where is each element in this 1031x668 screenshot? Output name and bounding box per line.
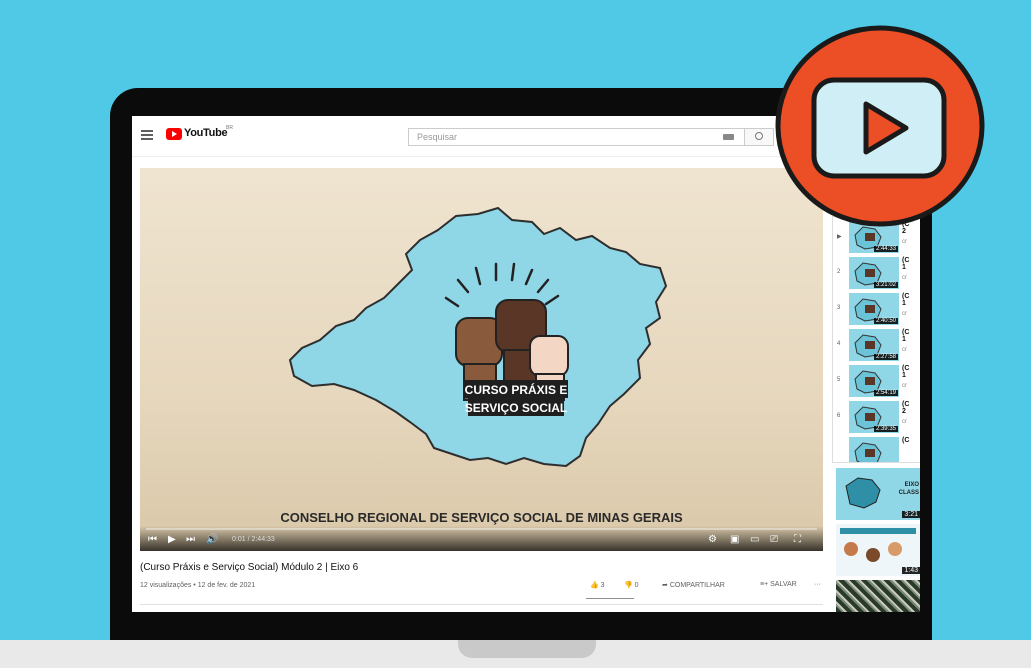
playlist-duration: 2:27:58 bbox=[873, 354, 898, 360]
playlist-item[interactable]: 4 2:27:58 (C 1 cr bbox=[833, 327, 920, 363]
share-button[interactable]: ➦ COMPARTILHAR bbox=[662, 581, 725, 589]
playlist-item-number: 3 bbox=[837, 305, 841, 311]
share-icon: ➦ bbox=[662, 582, 668, 589]
player-controls: ⏮ ▶ ⏭ 🔊 0:01 / 2:44:33 ⚙ ▣ ▭ ⎚ ⛶ bbox=[140, 526, 823, 551]
volume-icon[interactable]: 🔊 bbox=[206, 534, 218, 546]
more-button[interactable]: ··· bbox=[814, 581, 821, 588]
save-label: SALVAR bbox=[770, 581, 797, 588]
playlist-channel: cr bbox=[902, 383, 907, 389]
save-icon: ≡+ bbox=[760, 581, 769, 588]
logo-text-line2: SERVIÇO SOCIAL bbox=[465, 401, 567, 415]
video-title: (Curso Práxis e Serviço Social) Módulo 2… bbox=[140, 562, 359, 573]
playlist-title: (C 1 bbox=[902, 257, 910, 271]
rec-label-2: CLASS bbox=[898, 490, 919, 496]
thumbs-up-icon: 👍 bbox=[590, 582, 599, 589]
video-meta: 12 visualizações • 12 de fev. de 2021 bbox=[140, 582, 256, 589]
playlist-title: (C bbox=[902, 437, 910, 444]
recommended-video-1[interactable]: EIXO CLASS 3:21 bbox=[836, 468, 920, 520]
playlist-item[interactable]: (C bbox=[833, 435, 920, 462]
playlist-thumbnail[interactable]: 2:40:50 bbox=[849, 293, 899, 325]
playlist-item-number: 6 bbox=[837, 413, 841, 419]
playlist-thumbnail[interactable]: 3:21:02 bbox=[849, 257, 899, 289]
like-button[interactable]: 👍 3 bbox=[590, 581, 605, 589]
video-caption: CONSELHO REGIONAL DE SERVIÇO SOCIAL DE M… bbox=[280, 510, 683, 525]
save-button[interactable]: ≡+ SALVAR bbox=[760, 581, 797, 588]
fullscreen-icon[interactable]: ⛶ bbox=[794, 534, 801, 546]
search-button[interactable] bbox=[744, 128, 774, 146]
playlist-duration: 2:40:50 bbox=[873, 318, 898, 324]
video-artwork: CURSO PRÁXIS E SERVIÇO SOCIAL bbox=[288, 206, 668, 468]
playlist-duration: 2:39:35 bbox=[873, 426, 898, 432]
playlist-duration: 3:21:02 bbox=[873, 282, 898, 288]
playlist-title: (C 2 bbox=[902, 401, 910, 415]
like-count: 3 bbox=[600, 582, 605, 589]
playlist-item[interactable]: 2 3:21:02 (C 1 cr bbox=[833, 255, 920, 291]
playlist-item-number: ▶ bbox=[837, 234, 842, 240]
recommended-video-3[interactable] bbox=[836, 580, 920, 612]
playlist-channel: cr bbox=[902, 347, 907, 353]
youtube-badge-icon bbox=[775, 25, 985, 227]
miniplayer-icon[interactable]: ▣ bbox=[730, 534, 739, 546]
playlist-thumbnail[interactable]: 2:27:58 bbox=[849, 329, 899, 361]
cast-icon[interactable]: ⎚ bbox=[770, 534, 778, 546]
recommended-video-2[interactable]: 1:43 bbox=[836, 524, 920, 576]
playlist-channel: cr bbox=[902, 275, 907, 281]
playlist-item[interactable]: 5 2:54:19 (C 1 cr bbox=[833, 363, 920, 399]
playlist-title: (C 1 bbox=[902, 293, 910, 307]
playlist-thumbnail[interactable]: 2:54:19 bbox=[849, 365, 899, 397]
playlist-channel: cr bbox=[902, 311, 907, 317]
dislike-count: 0 bbox=[634, 582, 639, 589]
play-icon[interactable]: ▶ bbox=[168, 534, 176, 546]
playlist-thumbnail[interactable]: 2:39:35 bbox=[849, 401, 899, 433]
playlist-item-number: 2 bbox=[837, 269, 841, 275]
playlist-title: (C 1 bbox=[902, 365, 910, 379]
rec-duration: 3:21 bbox=[902, 511, 920, 518]
search-input[interactable]: Pesquisar bbox=[408, 128, 744, 146]
playlist-item-number: 5 bbox=[837, 377, 841, 383]
youtube-wordmark[interactable]: YouTube bbox=[184, 127, 228, 139]
previous-icon[interactable]: ⏮ bbox=[148, 534, 157, 546]
video-player[interactable]: CURSO PRÁXIS E SERVIÇO SOCIAL CONSELHO R… bbox=[140, 168, 823, 551]
info-divider bbox=[140, 604, 823, 605]
thumbs-down-icon: 👎 bbox=[624, 582, 633, 589]
rec-duration: 1:43 bbox=[902, 567, 920, 574]
theater-mode-icon[interactable]: ▭ bbox=[750, 534, 759, 546]
settings-icon[interactable]: ⚙ bbox=[708, 534, 717, 546]
playlist-item-number: 4 bbox=[837, 341, 841, 347]
country-code: BR bbox=[226, 125, 233, 131]
youtube-logo-icon[interactable] bbox=[166, 128, 182, 140]
laptop-notch bbox=[458, 640, 596, 658]
dislike-button[interactable]: 👎 0 bbox=[624, 581, 639, 589]
playlist-duration: 2:44:33 bbox=[873, 246, 898, 252]
playlist-channel: cr bbox=[902, 239, 907, 245]
playlist-duration: 2:54:19 bbox=[873, 390, 898, 396]
menu-icon[interactable] bbox=[141, 130, 153, 140]
next-icon[interactable]: ⏭ bbox=[186, 534, 195, 546]
playlist-item[interactable]: 6 2:39:35 (C 2 cr bbox=[833, 399, 920, 435]
rec-label-1: EIXO bbox=[904, 482, 919, 488]
like-ratio-bar bbox=[586, 598, 634, 599]
playlist-channel: cr bbox=[902, 419, 907, 425]
progress-bar[interactable] bbox=[146, 528, 817, 530]
search-icon bbox=[755, 132, 763, 140]
search-placeholder: Pesquisar bbox=[417, 132, 458, 142]
time-display: 0:01 / 2:44:33 bbox=[232, 536, 275, 543]
playlist-panel: ▶ 2:44:33 (C 2 cr 2 3:21:02 (C 1 cr 3 2:40:50 (C 1 cr 4… bbox=[832, 216, 920, 463]
keyboard-icon[interactable] bbox=[723, 134, 734, 140]
playlist-thumbnail[interactable] bbox=[849, 437, 899, 462]
playlist-title: (C 1 bbox=[902, 329, 910, 343]
playlist-thumb-art bbox=[854, 442, 882, 462]
logo-text-line1: CURSO PRÁXIS E bbox=[465, 382, 568, 397]
playlist-item[interactable]: 3 2:40:50 (C 1 cr bbox=[833, 291, 920, 327]
share-label: COMPARTILHAR bbox=[669, 582, 725, 589]
